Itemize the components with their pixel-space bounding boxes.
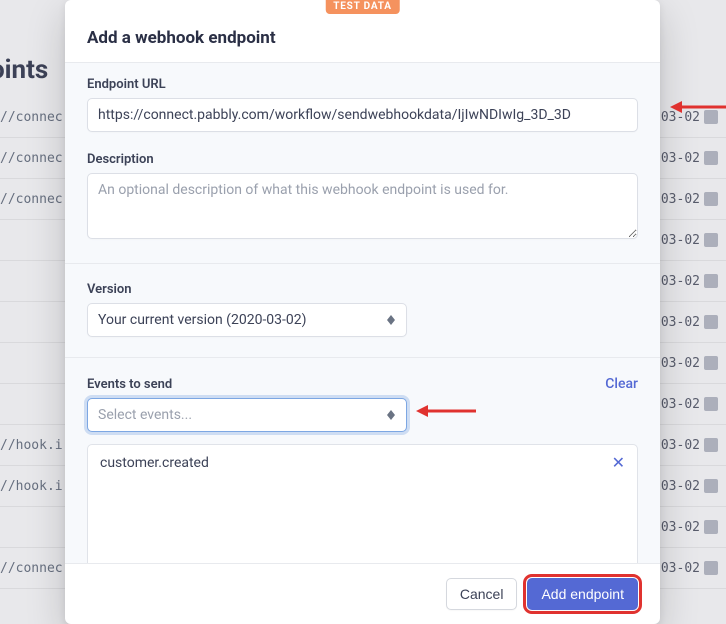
endpoint-url-label: Endpoint URL [87,77,638,92]
description-textarea[interactable] [87,173,638,239]
events-select[interactable]: Select events... [87,398,407,432]
cancel-button[interactable]: Cancel [446,578,518,610]
select-updown-icon [386,315,396,325]
event-chip: customer.created ✕ [88,445,637,481]
event-chip-label: customer.created [100,455,209,471]
divider [65,263,660,264]
endpoint-url-group: Endpoint URL [87,77,638,132]
version-value: Your current version (2020-03-02) [98,312,307,328]
test-data-badge: TEST DATA [325,0,400,14]
description-label: Description [87,152,638,167]
description-group: Description [87,152,638,243]
clear-events-link[interactable]: Clear [605,376,638,392]
version-select[interactable]: Your current version (2020-03-02) [87,303,407,337]
selected-events-pane: customer.created ✕ [87,444,638,564]
divider [65,357,660,358]
modal-footer: Cancel Add endpoint [65,564,660,624]
endpoint-url-input[interactable] [87,98,638,132]
remove-event-icon[interactable]: ✕ [612,455,625,471]
modal-body: Endpoint URL Description Version Your cu… [65,62,660,564]
add-webhook-modal: TEST DATA Add a webhook endpoint Endpoin… [65,0,660,624]
modal-title: Add a webhook endpoint [87,28,638,48]
events-group: Events to send Clear Select events... cu… [87,376,638,564]
events-label: Events to send [87,377,172,392]
events-placeholder: Select events... [98,407,192,423]
add-endpoint-button[interactable]: Add endpoint [527,578,638,610]
version-group: Version Your current version (2020-03-02… [87,282,638,337]
select-updown-icon [386,410,396,420]
version-label: Version [87,282,638,297]
